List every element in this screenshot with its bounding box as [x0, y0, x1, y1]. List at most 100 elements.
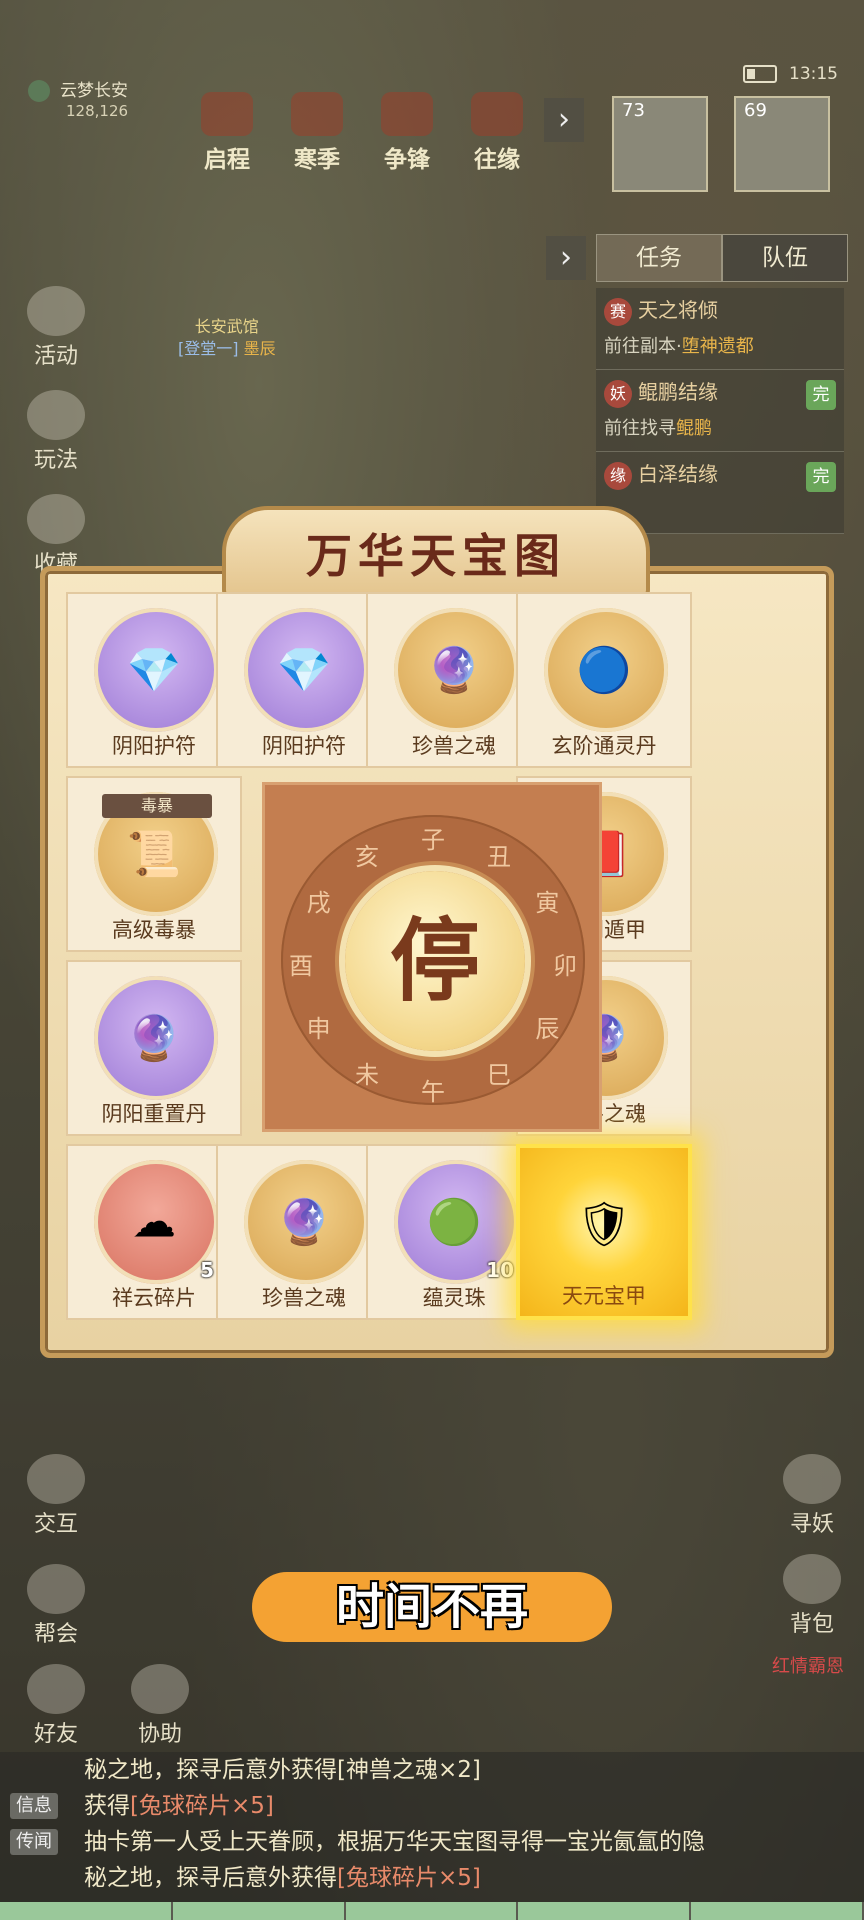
chat-channel-tag: 信息 — [10, 1793, 58, 1819]
bar-segment — [691, 1902, 864, 1920]
quest-item[interactable]: 赛天之将倾 前往副本·堕神遗都 — [596, 288, 844, 370]
location-display[interactable]: 云梦长安 128,126 — [28, 76, 128, 120]
left-menu-guild[interactable]: 帮会 — [20, 1564, 92, 1648]
zodiac-char: 丑 — [487, 842, 511, 871]
item-quantity: 5 — [200, 1258, 214, 1282]
quest-complete-badge[interactable]: 完 — [806, 462, 836, 492]
stop-button[interactable]: 停 — [345, 871, 525, 1051]
location-coords: 128,126 — [66, 102, 129, 120]
left-menu-friends[interactable]: 好友 — [20, 1664, 92, 1748]
quest-badge: 妖 — [604, 380, 632, 408]
spin-center-panel: 停 子丑寅卯辰巳午 未申 酉 戌亥 — [262, 782, 602, 1132]
friends-icon — [27, 1664, 85, 1714]
menu-qicheng[interactable]: 启程 — [190, 92, 264, 174]
assist-icon — [131, 1664, 189, 1714]
purple-orb-icon: 🔮 — [276, 1197, 332, 1248]
crystal-ball-icon: 🔮 — [126, 1013, 182, 1064]
chat-line[interactable]: 秘之地，探寻后意外获得[兔球碎片×5] — [0, 1860, 864, 1896]
bag-icon — [783, 1554, 841, 1604]
player-nameplate: 红情霸恩 — [772, 1656, 844, 1677]
chat-channel-tag: 传闻 — [10, 1829, 58, 1855]
item-tag: 毒暴 — [102, 794, 212, 818]
wangyuan-icon — [471, 92, 523, 136]
menu-zhengfeng[interactable]: 争锋 — [370, 92, 444, 174]
bar-segment — [518, 1902, 692, 1920]
map-pin-icon — [28, 80, 50, 102]
item-label: 阴阳护符 — [112, 734, 196, 758]
item-label: 天元宝甲 — [562, 1284, 646, 1308]
reward-cell[interactable]: 📜 毒暴高级毒暴 — [66, 776, 242, 952]
zodiac-char: 巳 — [487, 1061, 511, 1090]
player-portrait[interactable]: 69 — [734, 96, 830, 192]
item-label: 阴阳护符 — [262, 734, 346, 758]
monster-hunt-icon — [783, 1454, 841, 1504]
player-level: 69 — [744, 100, 767, 121]
quest-complete-badge[interactable]: 完 — [806, 380, 836, 410]
item-label: 祥云碎片 — [112, 1286, 196, 1310]
chat-line[interactable]: 信息 获得[兔球碎片×5] — [0, 1788, 864, 1824]
quest-badge: 赛 — [604, 298, 632, 326]
right-menu-bag[interactable]: 背包 — [776, 1554, 848, 1638]
chat-log[interactable]: 秘之地，探寻后意外获得[神兽之魂×2] 信息 获得[兔球碎片×5] 传闻 抽卡第一人受上… — [0, 1752, 864, 1902]
chat-text: 抽卡第一人受上天眷顾，根据万华天宝图寻得一宝光氤氲的隐 — [84, 1829, 705, 1855]
collection-icon — [27, 494, 85, 544]
zhengfeng-icon — [381, 92, 433, 136]
bar-segment — [0, 1902, 173, 1920]
left-menu-assist[interactable]: 协助 — [124, 1664, 196, 1748]
left-menu-activity[interactable]: 活动 — [20, 286, 92, 370]
zodiac-char: 戌 — [306, 889, 331, 917]
reward-cell[interactable]: 🔵 玄阶通灵丹 — [516, 592, 692, 768]
zodiac-char: 卯 — [553, 952, 577, 980]
task-tabs: 任务 队伍 — [596, 234, 848, 282]
reward-cell[interactable]: 🛡 天元宝甲 — [516, 1144, 692, 1320]
reward-cell[interactable]: 🔮 阴阳重置丹 — [66, 960, 242, 1136]
item-label: 珍兽之魂 — [262, 1286, 346, 1310]
item-label: 高级毒暴 — [112, 918, 196, 942]
chat-item-link[interactable]: [兔球碎片×5] — [337, 1865, 481, 1891]
top-menu: 启程 寒季 争锋 往缘 — [190, 92, 534, 174]
interact-icon — [27, 1454, 85, 1504]
collapse-tasks-button[interactable]: › — [546, 236, 586, 280]
quest-item[interactable]: 妖鲲鹏结缘 前往找寻鲲鹏 完 — [596, 370, 844, 452]
menu-wangyuan[interactable]: 往缘 — [460, 92, 534, 174]
left-menu-gameplay[interactable]: 玩法 — [20, 390, 92, 474]
chat-item-link[interactable]: [兔球碎片×5] — [130, 1793, 274, 1819]
item-label: 玄阶通灵丹 — [551, 734, 657, 758]
zodiac-char: 午 — [421, 1078, 445, 1106]
npc-title: [登堂一] 墨辰 — [178, 339, 276, 358]
chat-line[interactable]: 秘之地，探寻后意外获得[神兽之魂×2] — [0, 1752, 864, 1788]
tab-task[interactable]: 任务 — [596, 234, 722, 282]
item-label: 蕴灵珠 — [422, 1286, 486, 1310]
quest-title: 天之将倾 — [638, 298, 718, 322]
armor-icon: 🛡 — [576, 1199, 632, 1250]
quest-subtitle: 前往副本·堕神遗都 — [604, 336, 754, 357]
tab-team[interactable]: 队伍 — [722, 234, 848, 282]
cloud-puzzle-icon: ☁ — [132, 1196, 176, 1248]
quest-subtitle: 前往找寻鲲鹏 — [604, 418, 712, 439]
expand-arrow-button[interactable]: › — [544, 98, 584, 142]
npc-name: 长安武馆 — [194, 317, 259, 336]
chat-text: 秘之地，探寻后意外获得 — [84, 1865, 337, 1891]
quest-title: 鲲鹏结缘 — [638, 380, 718, 404]
status-bar: 13:15 — [743, 64, 838, 84]
left-menu-interact[interactable]: 交互 — [20, 1454, 92, 1538]
item-label: 珍兽之魂 — [412, 734, 496, 758]
pet-portrait[interactable]: 73 — [612, 96, 708, 192]
amulet-icon: 💎 — [126, 645, 182, 696]
menu-hanji[interactable]: 寒季 — [280, 92, 354, 174]
chat-line[interactable]: 传闻 抽卡第一人受上天眷顾，根据万华天宝图寻得一宝光氤氲的隐 — [0, 1824, 864, 1860]
scroll-icon: 📜 — [126, 829, 182, 880]
zodiac-char: 寅 — [535, 889, 560, 917]
pet-level: 73 — [622, 100, 645, 121]
quest-badge: 缘 — [604, 462, 632, 490]
hanji-icon — [291, 92, 343, 136]
board-title: 万华天宝图 — [306, 529, 566, 583]
npc-nameplate[interactable]: 长安武馆 [登堂一] 墨辰 — [178, 316, 276, 360]
quest-title: 白泽结缘 — [638, 462, 718, 486]
amulet-icon: 💎 — [276, 645, 332, 696]
zodiac-char: 酉 — [289, 952, 313, 980]
right-menu-monster-hunt[interactable]: 寻妖 — [776, 1454, 848, 1538]
bar-segment — [173, 1902, 346, 1920]
bar-segment — [346, 1902, 519, 1920]
item-label: 阴阳重置丹 — [101, 1102, 207, 1126]
